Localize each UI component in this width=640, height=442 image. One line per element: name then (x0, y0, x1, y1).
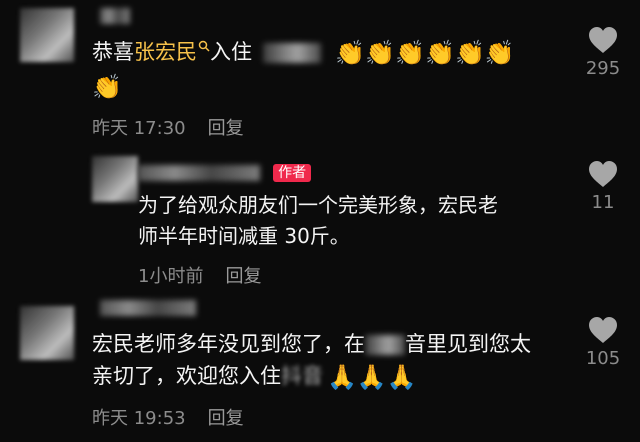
pray-emoji: 🙏 (327, 363, 357, 391)
pray-emoji: 🙏 (386, 363, 417, 391)
like-count: 11 (591, 192, 615, 213)
avatar[interactable] (20, 306, 74, 360)
avatar[interactable] (92, 156, 138, 202)
like-button[interactable]: 295 (578, 26, 628, 79)
reply-button[interactable]: 回复 (225, 266, 261, 287)
clap-emoji: 👏 (454, 39, 485, 67)
timestamp: 1小时前 (138, 266, 204, 287)
heart-icon (589, 27, 617, 53)
emoji-group: 👏👏👏👏👏👏 (335, 39, 515, 67)
reply-item: 作者 为了给观众朋友们一个完美形象，宏民老 师半年时间减重 30斤。 1小时前回… (0, 150, 640, 290)
heart-icon (589, 317, 617, 343)
username[interactable] (100, 8, 130, 24)
comment-text: 恭喜张宏民 入住 👏👏👏👏👏👏 (92, 39, 515, 67)
comment-text-line2: 👏 (92, 70, 122, 102)
author-badge: 作者 (273, 163, 312, 182)
avatar[interactable] (20, 8, 74, 62)
comment-meta: 昨天 17:30 回复 (92, 114, 244, 140)
clap-emoji: 👏 (92, 73, 122, 101)
reply-header: 作者 (138, 162, 312, 182)
username[interactable] (138, 164, 260, 181)
clap-emoji: 👏 (425, 39, 455, 67)
blurred-text: 抖音 (281, 364, 323, 388)
clap-emoji: 👏 (484, 39, 515, 67)
timestamp: 昨天 17:30 (92, 118, 186, 139)
user-mention[interactable]: 张宏民 (134, 40, 210, 64)
comment-meta: 1小时前 回复 (138, 262, 261, 288)
like-count: 295 (585, 58, 621, 79)
clap-emoji: 👏 (395, 39, 426, 67)
clap-emoji: 👏 (335, 39, 366, 67)
like-button[interactable]: 11 (578, 160, 628, 213)
reply-button[interactable]: 回复 (208, 118, 244, 139)
comment-text: 为了给观众朋友们一个完美形象，宏民老 师半年时间减重 30斤。 (138, 193, 498, 248)
comment-item: 宏民老师多年没见到您了，在 音里见到您太 亲切了，欢迎您入住抖音 🙏🙏🙏 昨天 19… (0, 294, 640, 442)
clap-emoji: 👏 (365, 39, 396, 67)
redacted-text (365, 335, 405, 355)
like-count: 105 (585, 348, 621, 369)
username[interactable] (100, 300, 196, 316)
reply-button[interactable]: 回复 (208, 408, 244, 429)
search-icon (198, 40, 210, 52)
comment-item: 恭喜张宏民 入住 👏👏👏👏👏👏 👏 昨天 17:30 回复 295 (0, 0, 640, 150)
timestamp: 昨天 19:53 (92, 408, 186, 429)
heart-icon (589, 161, 617, 187)
comment-meta: 昨天 19:53 回复 (92, 404, 244, 430)
pray-emoji: 🙏 (356, 363, 387, 391)
like-button[interactable]: 105 (578, 316, 628, 369)
redacted-text (262, 43, 321, 63)
comment-text: 宏民老师多年没见到您了，在 音里见到您太 亲切了，欢迎您入住抖音 🙏🙏🙏 (92, 332, 531, 391)
